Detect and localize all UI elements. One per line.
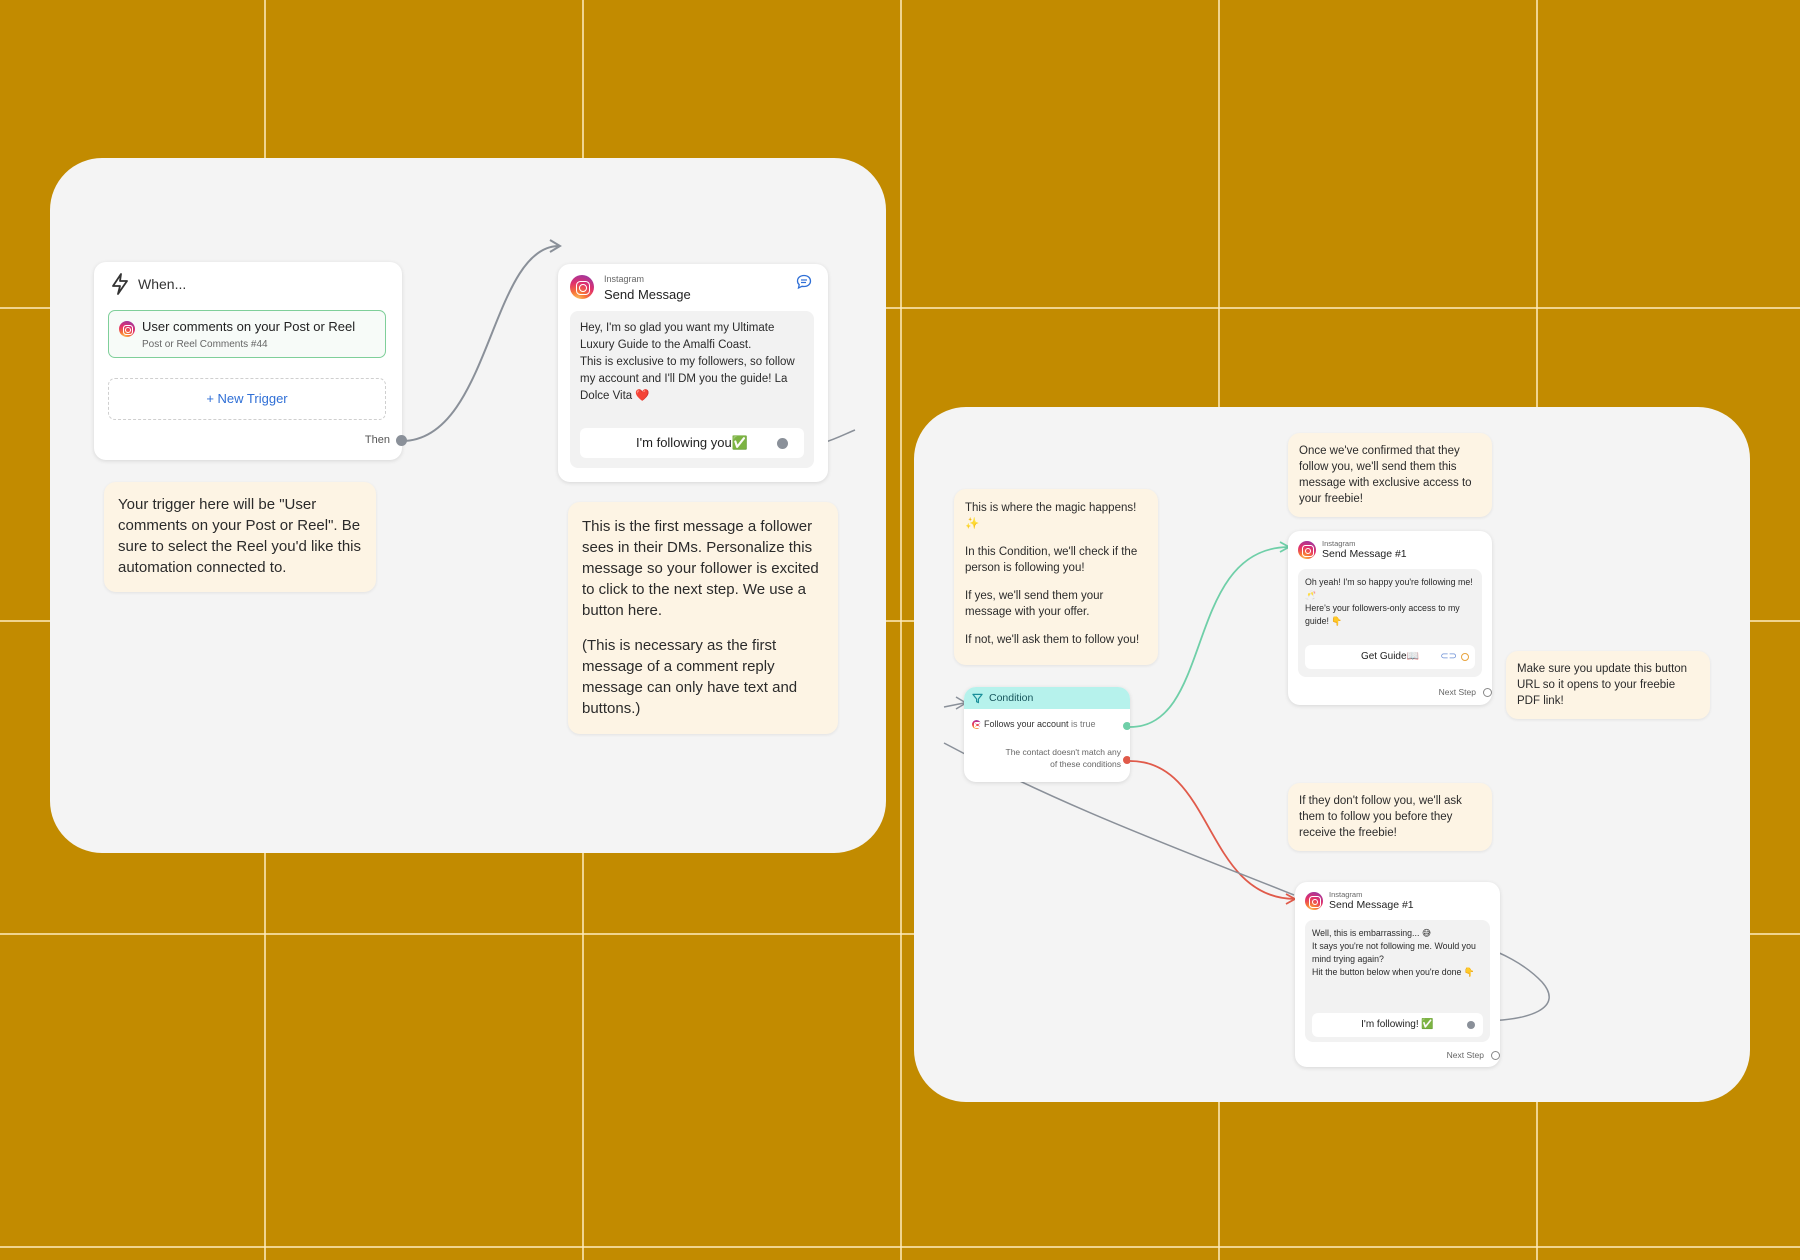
condition-card[interactable]: Condition Follows your account is true T… [964, 687, 1130, 782]
send-message-arrowhead [549, 239, 562, 253]
condition-flow-panel: This is where the magic happens! ✨ In th… [914, 407, 1750, 1102]
yes-message-platform: Instagram [1322, 539, 1356, 548]
condition-false-arrowhead [1285, 893, 1297, 905]
new-trigger-button[interactable]: + New Trigger [108, 378, 386, 420]
first-message-note-text-2: (This is necessary as the first message … [582, 637, 798, 717]
send-message-platform: Instagram [604, 274, 645, 284]
condition-else-line-1: The contact doesn't match any [1005, 747, 1122, 757]
condition-false-handle[interactable] [1123, 756, 1130, 764]
trigger-item-sub: Post or Reel Comments #44 [142, 339, 268, 350]
no-message-card[interactable]: Instagram Send Message #1 Well, this is … [1295, 882, 1500, 1067]
then-output-handle[interactable] [396, 435, 407, 446]
get-guide-button[interactable]: Get Guide📖 ⊂⊃ [1305, 645, 1475, 669]
condition-rule-suffix: is true [1068, 719, 1096, 729]
magic-note-line-2: In this Condition, we'll check if the pe… [965, 546, 1138, 574]
instagram-icon [1305, 892, 1323, 910]
condition-rule-label: Follows your account [984, 719, 1069, 729]
condition-else: The contact doesn't match any of these c… [1006, 746, 1122, 770]
no-next-step-label: Next Step [1446, 1050, 1484, 1060]
no-message-title: Send Message #1 [1329, 899, 1414, 911]
im-following-button-label: I'm following! ✅ [1361, 1019, 1434, 1030]
condition-else-line-2: of these conditions [1050, 759, 1121, 769]
button-output-handle[interactable] [777, 438, 788, 449]
then-label: Then [364, 434, 390, 446]
condition-title: Condition [989, 692, 1034, 704]
no-message-platform: Instagram [1329, 890, 1363, 899]
following-button[interactable]: I'm following you✅ [580, 428, 804, 458]
not-follow-note: If they don't follow you, we'll ask them… [1288, 783, 1492, 851]
send-message-card[interactable]: Instagram Send Message Hey, I'm so glad … [558, 264, 828, 482]
trigger-flow-panel: When... User comments on your Post or Re… [50, 158, 886, 853]
yes-next-step-handle[interactable] [1483, 688, 1492, 697]
send-message-bubble: Hey, I'm so glad you want my Ultimate Lu… [570, 311, 814, 468]
then-to-send-message-wire [401, 245, 559, 442]
magic-note-line-4: If not, we'll ask them to follow you! [965, 634, 1140, 646]
trigger-title: When... [138, 276, 187, 292]
get-guide-handle[interactable] [1461, 653, 1469, 661]
yes-message-card[interactable]: Instagram Send Message #1 Oh yeah! I'm s… [1288, 531, 1492, 705]
lightning-icon [112, 273, 128, 295]
instagram-icon [570, 275, 594, 299]
im-following-button[interactable]: I'm following! ✅ [1312, 1013, 1483, 1037]
yes-next-step-label: Next Step [1438, 687, 1476, 697]
trigger-note-text: Your trigger here will be "User comments… [118, 496, 361, 576]
get-guide-button-label: Get Guide📖 [1360, 651, 1420, 662]
yes-message-bubble: Oh yeah! I'm so happy you're following m… [1298, 569, 1482, 677]
send-message-title: Send Message [604, 287, 691, 302]
trigger-card[interactable]: When... User comments on your Post or Re… [94, 262, 407, 460]
yes-message-text-2: Here's your followers-only access to my … [1305, 603, 1460, 626]
im-following-handle[interactable] [1467, 1021, 1475, 1029]
url-note: Make sure you update this button URL so … [1506, 651, 1710, 719]
not-follow-note-text: If they don't follow you, we'll ask them… [1299, 795, 1462, 839]
no-message-text-2: It says you're not following me. Would y… [1312, 941, 1476, 964]
filter-icon [972, 693, 983, 703]
instagram-icon [1298, 541, 1316, 559]
first-message-note-text-1: This is the first message a follower see… [582, 518, 819, 619]
send-message-text-2: This is exclusive to my followers, so fo… [580, 356, 795, 402]
first-message-note: This is the first message a follower see… [568, 502, 838, 734]
no-message-text-1: Well, this is embarrassing... 😅 [1312, 928, 1432, 938]
yes-message-title: Send Message #1 [1322, 548, 1407, 560]
trigger-header: When... [110, 272, 186, 296]
send-message-text-1: Hey, I'm so glad you want my Ultimate Lu… [580, 322, 775, 351]
incoming-wire [943, 702, 965, 708]
instagram-icon [972, 719, 981, 729]
chat-icon[interactable] [796, 274, 812, 290]
trigger-item-label: User comments on your Post or Reel [142, 319, 356, 334]
following-button-label: I'm following you✅ [636, 435, 748, 450]
trigger-item[interactable]: User comments on your Post or Reel Post … [108, 310, 386, 358]
trigger-note: Your trigger here will be "User comments… [104, 482, 376, 592]
no-message-bubble: Well, this is embarrassing... 😅 It says … [1305, 920, 1490, 1042]
no-next-step-handle[interactable] [1491, 1051, 1500, 1060]
condition-true-handle[interactable] [1123, 722, 1130, 730]
link-icon[interactable]: ⊂⊃ [1440, 645, 1457, 669]
url-note-text: Make sure you update this button URL so … [1517, 663, 1688, 707]
magic-note-line-3: If yes, we'll send them your message wit… [965, 590, 1104, 618]
confirm-note: Once we've confirmed that they follow yo… [1288, 433, 1492, 517]
yes-message-text-1: Oh yeah! I'm so happy you're following m… [1305, 577, 1473, 600]
magic-note-line-1: This is where the magic happens! ✨ [965, 502, 1137, 530]
condition-false-wire [1129, 760, 1295, 900]
condition-rule[interactable]: Follows your account is true [972, 719, 1096, 729]
no-message-text-3: Hit the button below when you're done 👇 [1312, 967, 1475, 977]
condition-header: Condition [964, 687, 1130, 709]
instagram-icon [119, 321, 135, 337]
magic-note: This is where the magic happens! ✨ In th… [954, 489, 1158, 665]
confirm-note-text: Once we've confirmed that they follow yo… [1299, 445, 1472, 505]
